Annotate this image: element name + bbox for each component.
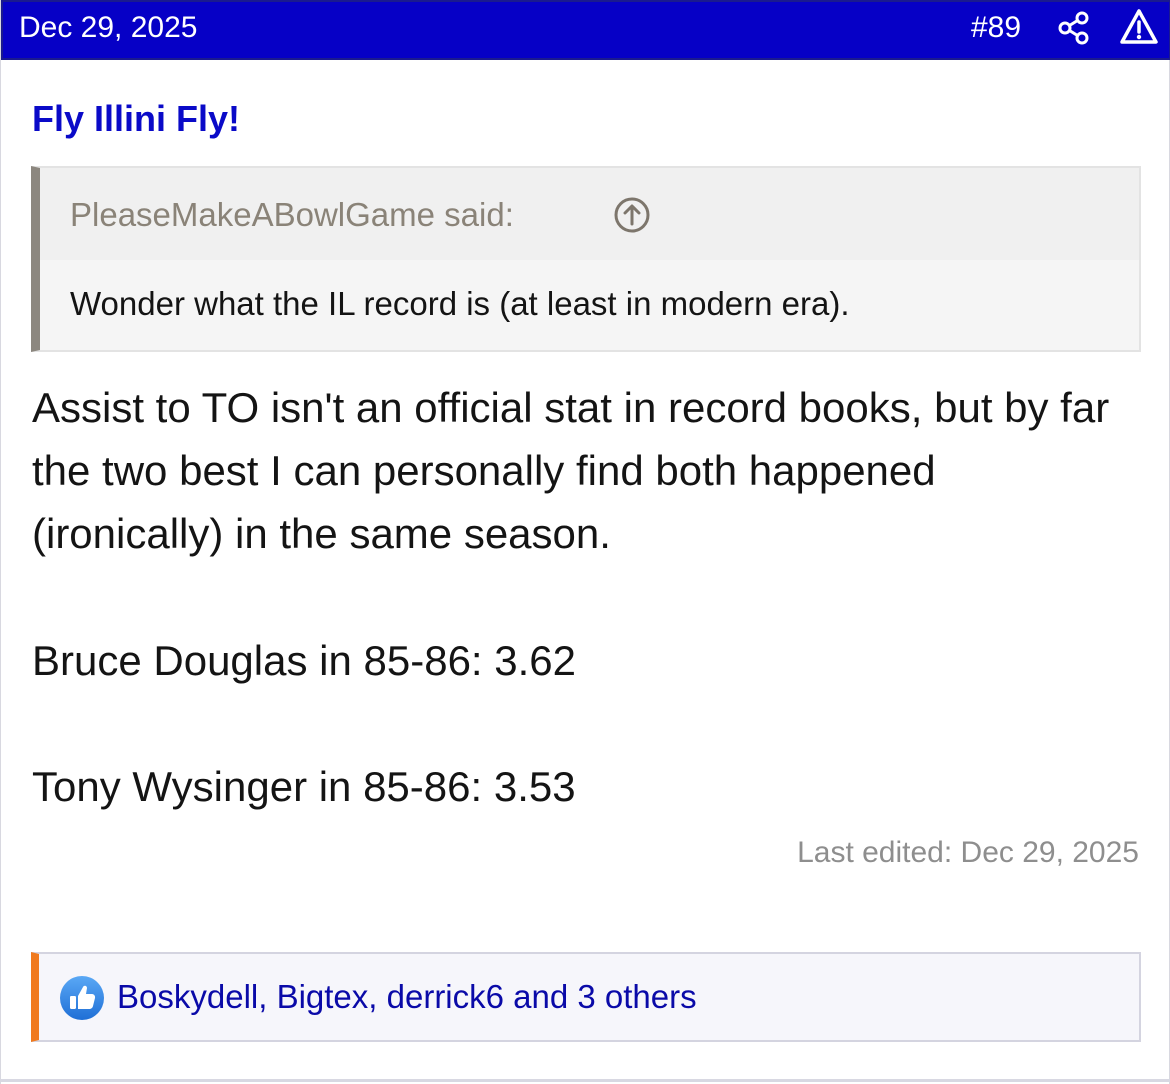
reactions-bar: Boskydell, Bigtex, derrick6 and 3 others xyxy=(31,952,1141,1042)
last-edited-note: Last edited: Dec 29, 2025 xyxy=(797,836,1139,869)
divider xyxy=(1,1079,1170,1082)
post-body-paragraph: Assist to TO isn't an official stat in r… xyxy=(32,384,1110,557)
share-icon[interactable] xyxy=(1057,10,1091,46)
post-body-paragraph: Bruce Douglas in 85-86: 3.62 xyxy=(32,637,577,684)
post-author-link[interactable]: Fly Illini Fly! xyxy=(32,98,240,140)
post-number[interactable]: #89 xyxy=(971,11,1021,45)
quote-author[interactable]: PleaseMakeABowlGame said: xyxy=(70,196,514,234)
quote-header: PleaseMakeABowlGame said: xyxy=(40,168,1139,260)
post-container: Dec 29, 2025 #89 Fly Illini Fly! PleaseM… xyxy=(0,0,1170,1084)
post-header: Dec 29, 2025 #89 xyxy=(1,0,1170,60)
quote-text: Wonder what the IL record is (at least i… xyxy=(70,285,850,322)
warning-icon[interactable] xyxy=(1119,8,1159,46)
thumbs-up-icon xyxy=(59,975,105,1021)
reaction-users-link[interactable]: Boskydell, Bigtex, derrick6 and 3 others xyxy=(117,978,697,1016)
arrow-up-circle-icon[interactable] xyxy=(613,196,651,234)
post-date[interactable]: Dec 29, 2025 xyxy=(19,11,197,45)
post-body-paragraph: Tony Wysinger in 85-86: 3.53 xyxy=(32,763,576,810)
quote-block: PleaseMakeABowlGame said: Wonder what th… xyxy=(31,166,1141,352)
